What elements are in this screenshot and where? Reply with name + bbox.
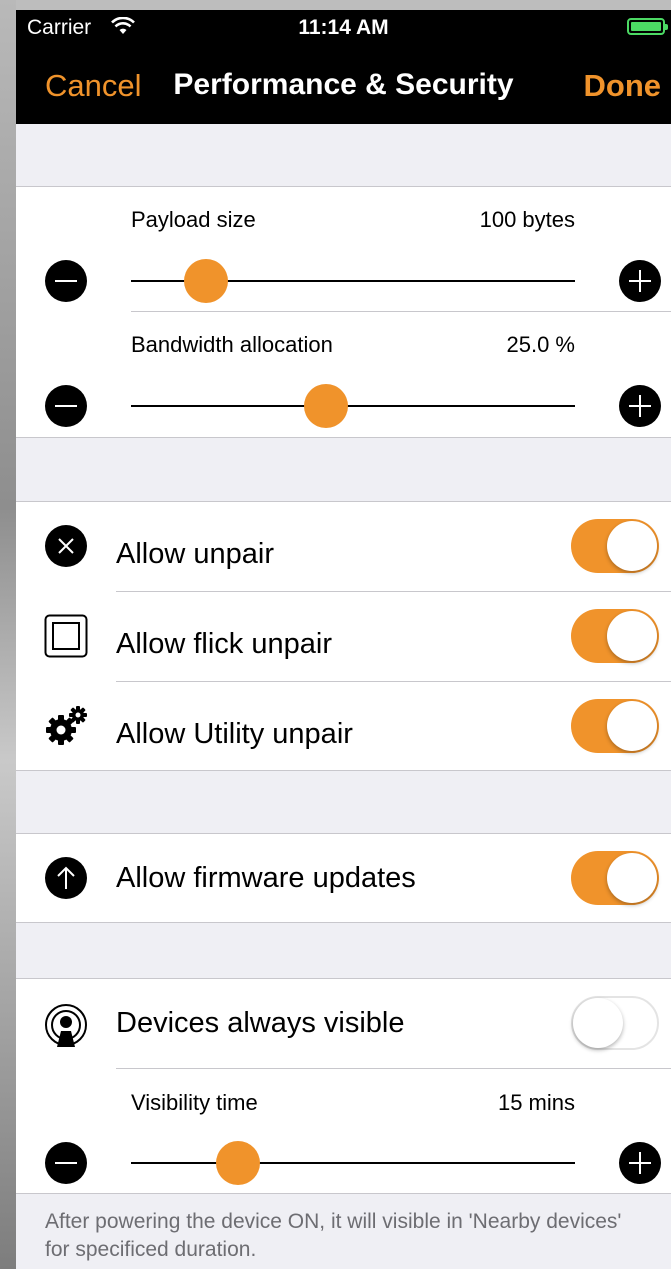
visibility-time-label: Visibility time <box>131 1090 258 1115</box>
visibility-time-value: 15 mins <box>497 1090 575 1115</box>
gears-icon <box>44 704 88 748</box>
performance-group: Payload size 100 bytes Bandwidth allocat… <box>16 186 671 438</box>
navigation-bar: Carrier 11:14 AM Cancel Performance & Se… <box>16 10 671 124</box>
arrow-up-circle-icon <box>44 856 88 900</box>
bandwidth-slider-thumb[interactable] <box>304 384 349 428</box>
broadcast-icon <box>44 1003 88 1047</box>
visibility-group: Devices always visible Visibility time 1… <box>16 978 671 1194</box>
visibility-increase-button[interactable] <box>619 1142 661 1184</box>
unpair-group: Allow unpair Allow flick unpair Allow Ut… <box>16 501 671 771</box>
settings-screen: Carrier 11:14 AM Cancel Performance & Se… <box>16 10 671 1269</box>
allow-unpair-toggle[interactable] <box>571 519 659 573</box>
devices-always-visible-label: Devices always visible <box>116 1007 405 1039</box>
clock: 11:14 AM <box>298 16 389 39</box>
allow-unpair-label: Allow unpair <box>116 538 274 570</box>
bandwidth-increase-button[interactable] <box>619 385 661 427</box>
battery-icon <box>627 18 668 35</box>
payload-decrease-button[interactable] <box>45 260 87 302</box>
payload-size-value: 100 bytes <box>479 207 575 232</box>
page-title: Performance & Security <box>173 68 514 101</box>
status-bar: Carrier 11:14 AM <box>16 10 671 42</box>
payload-size-label: Payload size <box>131 207 256 232</box>
background-strip <box>0 0 16 1269</box>
allow-flick-unpair-label: Allow flick unpair <box>116 628 332 660</box>
divider <box>116 591 671 592</box>
divider <box>116 1068 671 1069</box>
allow-firmware-updates-label: Allow firmware updates <box>116 862 416 894</box>
payload-slider[interactable] <box>131 259 575 303</box>
divider <box>116 681 671 682</box>
payload-slider-thumb[interactable] <box>184 259 229 303</box>
bandwidth-slider[interactable] <box>131 384 575 428</box>
allow-flick-unpair-toggle[interactable] <box>571 609 659 663</box>
divider <box>131 311 671 312</box>
bandwidth-decrease-button[interactable] <box>45 385 87 427</box>
background-strip <box>0 0 671 10</box>
square-icon <box>44 614 88 658</box>
visibility-slider-thumb[interactable] <box>215 1141 260 1185</box>
done-button[interactable]: Done <box>584 68 662 104</box>
firmware-group: Allow firmware updates <box>16 833 671 923</box>
visibility-slider[interactable] <box>131 1141 575 1185</box>
allow-utility-unpair-toggle[interactable] <box>571 699 659 753</box>
bandwidth-label: Bandwidth allocation <box>131 332 333 357</box>
allow-firmware-updates-toggle[interactable] <box>571 851 659 905</box>
devices-always-visible-toggle[interactable] <box>571 996 659 1050</box>
allow-utility-unpair-label: Allow Utility unpair <box>116 718 353 750</box>
payload-increase-button[interactable] <box>619 260 661 302</box>
bandwidth-value: 25.0 % <box>506 332 576 357</box>
visibility-footnote: After powering the device ON, it will vi… <box>45 1210 622 1261</box>
visibility-decrease-button[interactable] <box>45 1142 87 1184</box>
close-circle-icon <box>44 524 88 568</box>
